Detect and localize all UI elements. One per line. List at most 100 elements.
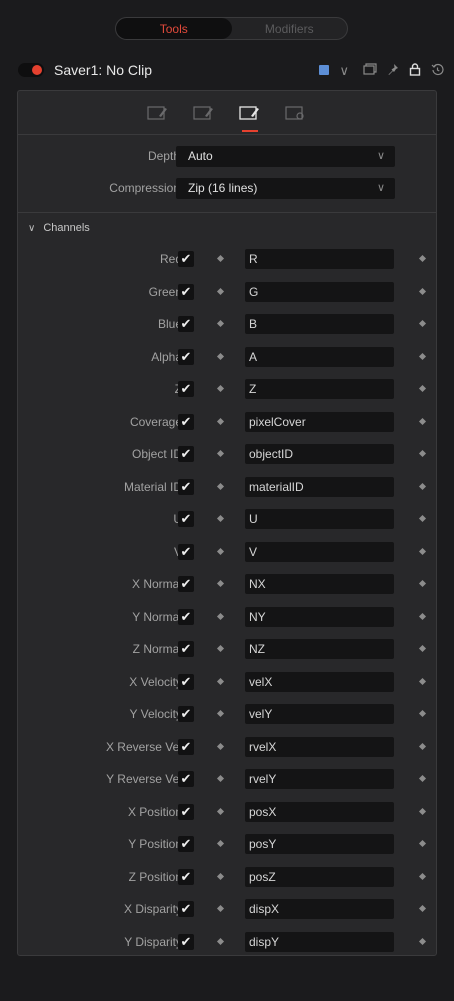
keyframe-diamond-icon[interactable] — [418, 709, 427, 718]
lock-icon[interactable] — [409, 62, 421, 78]
keyframe-diamond-icon[interactable] — [216, 287, 225, 296]
channel-name-input[interactable]: A — [245, 347, 394, 367]
channel-enable-checkbox[interactable]: ✔ — [178, 836, 194, 852]
keyframe-diamond-icon[interactable] — [216, 937, 225, 946]
keyframe-diamond-icon[interactable] — [216, 384, 225, 393]
keyframe-diamond-icon[interactable] — [216, 742, 225, 751]
keyframe-diamond-icon[interactable] — [418, 579, 427, 588]
channel-enable-checkbox[interactable]: ✔ — [178, 869, 194, 885]
tab-tools[interactable]: Tools — [116, 18, 232, 39]
version-icon[interactable] — [363, 63, 377, 77]
channel-name-input[interactable]: R — [245, 249, 394, 269]
channel-name-input[interactable]: V — [245, 542, 394, 562]
tab-channels[interactable] — [227, 91, 273, 134]
channel-name-input[interactable]: velY — [245, 704, 394, 724]
node-color-swatch[interactable] — [319, 65, 330, 75]
channel-enable-checkbox[interactable]: ✔ — [178, 609, 194, 625]
channel-name-input[interactable]: posX — [245, 802, 394, 822]
channel-enable-checkbox[interactable]: ✔ — [178, 576, 194, 592]
channel-enable-checkbox[interactable]: ✔ — [178, 706, 194, 722]
keyframe-diamond-icon[interactable] — [216, 709, 225, 718]
channel-enable-checkbox[interactable]: ✔ — [178, 674, 194, 690]
tab-file[interactable] — [135, 91, 181, 134]
channel-enable-checkbox[interactable]: ✔ — [178, 511, 194, 527]
channel-enable-checkbox[interactable]: ✔ — [178, 804, 194, 820]
keyframe-diamond-icon[interactable] — [216, 612, 225, 621]
keyframe-diamond-icon[interactable] — [216, 254, 225, 263]
channel-enable-checkbox[interactable]: ✔ — [178, 901, 194, 917]
keyframe-diamond-icon[interactable] — [418, 254, 427, 263]
channel-enable-checkbox[interactable]: ✔ — [178, 381, 194, 397]
keyframe-diamond-icon[interactable] — [418, 514, 427, 523]
keyframe-diamond-icon[interactable] — [216, 449, 225, 458]
channel-enable-checkbox[interactable]: ✔ — [178, 316, 194, 332]
keyframe-diamond-icon[interactable] — [216, 839, 225, 848]
channel-enable-checkbox[interactable]: ✔ — [178, 641, 194, 657]
reset-icon[interactable] — [431, 63, 444, 78]
tab-settings[interactable] — [273, 91, 319, 134]
channel-enable-checkbox[interactable]: ✔ — [178, 251, 194, 267]
channel-name-input[interactable]: rvelY — [245, 769, 394, 789]
keyframe-diamond-icon[interactable] — [216, 644, 225, 653]
channel-name-input[interactable]: velX — [245, 672, 394, 692]
channel-enable-checkbox[interactable]: ✔ — [178, 771, 194, 787]
channel-enable-checkbox[interactable]: ✔ — [178, 414, 194, 430]
channel-name-input[interactable]: B — [245, 314, 394, 334]
keyframe-diamond-icon[interactable] — [216, 774, 225, 783]
tab-modifiers[interactable]: Modifiers — [232, 18, 348, 39]
channel-enable-checkbox[interactable]: ✔ — [178, 479, 194, 495]
keyframe-diamond-icon[interactable] — [216, 579, 225, 588]
keyframe-diamond-icon[interactable] — [418, 774, 427, 783]
channel-enable-checkbox[interactable]: ✔ — [178, 446, 194, 462]
pin-icon[interactable] — [387, 63, 399, 77]
keyframe-diamond-icon[interactable] — [418, 937, 427, 946]
channel-name-input[interactable]: Z — [245, 379, 394, 399]
channel-name-input[interactable]: U — [245, 509, 394, 529]
channel-name-input[interactable]: NY — [245, 607, 394, 627]
keyframe-diamond-icon[interactable] — [418, 612, 427, 621]
depth-dropdown[interactable]: Auto ∨ — [176, 145, 395, 167]
keyframe-diamond-icon[interactable] — [216, 677, 225, 686]
tab-format[interactable] — [181, 91, 227, 134]
color-chevron-down-icon[interactable]: ∨ — [339, 64, 349, 77]
keyframe-diamond-icon[interactable] — [418, 872, 427, 881]
channel-name-input[interactable]: NZ — [245, 639, 394, 659]
channel-name-input[interactable]: posZ — [245, 867, 394, 887]
keyframe-diamond-icon[interactable] — [216, 807, 225, 816]
channel-name-input[interactable]: dispY — [245, 932, 394, 952]
keyframe-diamond-icon[interactable] — [216, 547, 225, 556]
keyframe-diamond-icon[interactable] — [216, 904, 225, 913]
keyframe-diamond-icon[interactable] — [216, 319, 225, 328]
channel-name-input[interactable]: materialID — [245, 477, 394, 497]
keyframe-diamond-icon[interactable] — [216, 482, 225, 491]
keyframe-diamond-icon[interactable] — [418, 839, 427, 848]
keyframe-diamond-icon[interactable] — [418, 287, 427, 296]
keyframe-diamond-icon[interactable] — [418, 644, 427, 653]
keyframe-diamond-icon[interactable] — [216, 352, 225, 361]
keyframe-diamond-icon[interactable] — [216, 514, 225, 523]
channel-name-input[interactable]: pixelCover — [245, 412, 394, 432]
keyframe-diamond-icon[interactable] — [418, 807, 427, 816]
keyframe-diamond-icon[interactable] — [216, 417, 225, 426]
channel-name-input[interactable]: G — [245, 282, 394, 302]
keyframe-diamond-icon[interactable] — [418, 547, 427, 556]
channel-name-input[interactable]: posY — [245, 834, 394, 854]
channel-name-input[interactable]: rvelX — [245, 737, 394, 757]
keyframe-diamond-icon[interactable] — [418, 677, 427, 686]
keyframe-diamond-icon[interactable] — [418, 384, 427, 393]
channel-enable-checkbox[interactable]: ✔ — [178, 934, 194, 950]
keyframe-diamond-icon[interactable] — [418, 319, 427, 328]
keyframe-diamond-icon[interactable] — [418, 904, 427, 913]
channel-name-input[interactable]: dispX — [245, 899, 394, 919]
channels-section-header[interactable]: ∨ Channels — [28, 222, 90, 234]
keyframe-diamond-icon[interactable] — [418, 352, 427, 361]
keyframe-diamond-icon[interactable] — [418, 449, 427, 458]
node-enable-toggle[interactable] — [18, 63, 44, 77]
channel-name-input[interactable]: objectID — [245, 444, 394, 464]
keyframe-diamond-icon[interactable] — [418, 742, 427, 751]
channel-enable-checkbox[interactable]: ✔ — [178, 349, 194, 365]
keyframe-diamond-icon[interactable] — [418, 417, 427, 426]
channel-enable-checkbox[interactable]: ✔ — [178, 284, 194, 300]
channel-name-input[interactable]: NX — [245, 574, 394, 594]
channel-enable-checkbox[interactable]: ✔ — [178, 544, 194, 560]
